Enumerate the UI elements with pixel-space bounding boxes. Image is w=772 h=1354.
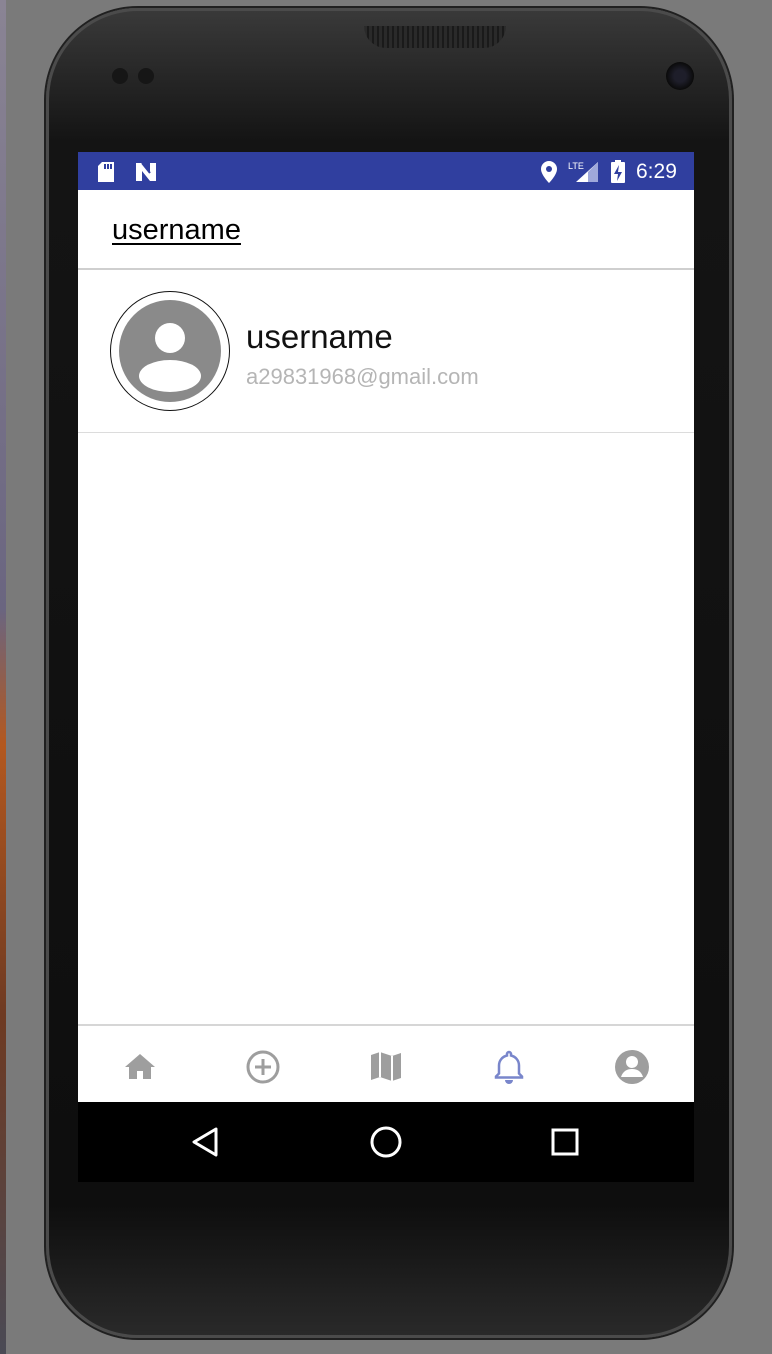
home-circle-icon	[370, 1126, 402, 1158]
desktop-background	[0, 0, 6, 1354]
system-recents-button[interactable]	[545, 1122, 585, 1162]
location-icon	[541, 161, 557, 183]
user-name: username	[246, 318, 393, 355]
battery-charging-icon	[611, 160, 625, 183]
map-icon	[371, 1052, 401, 1081]
bottom-navigation	[78, 1024, 694, 1104]
home-icon	[125, 1054, 155, 1079]
account-placeholder-icon	[119, 300, 221, 402]
add-circle-icon	[246, 1050, 280, 1084]
status-bar: LTE 6:29	[78, 152, 694, 190]
nav-account-button[interactable]	[612, 1046, 652, 1086]
earpiece-speaker	[364, 26, 506, 48]
nav-map-button[interactable]	[366, 1046, 406, 1086]
sd-card-icon	[98, 162, 114, 182]
system-back-button[interactable]	[186, 1122, 226, 1162]
avatar	[110, 291, 230, 411]
app-header: username	[78, 190, 694, 270]
header-username-link[interactable]: username	[112, 214, 241, 247]
device-screen: LTE 6:29 username username a29831968@gma…	[78, 152, 694, 1182]
front-camera	[666, 62, 694, 90]
lte-signal-icon: LTE	[568, 161, 598, 182]
system-home-button[interactable]	[366, 1122, 406, 1162]
sensor-dot	[112, 68, 128, 84]
system-navigation-bar	[78, 1102, 694, 1182]
status-clock: 6:29	[636, 160, 677, 183]
nav-home-button[interactable]	[120, 1046, 160, 1086]
n-icon	[136, 162, 156, 181]
nav-add-button[interactable]	[243, 1046, 283, 1086]
nav-notifications-button[interactable]	[489, 1046, 529, 1086]
back-icon	[192, 1127, 218, 1157]
recents-icon	[551, 1128, 579, 1156]
sensor-dot	[138, 68, 154, 84]
user-email: a29831968@gmail.com	[246, 364, 479, 389]
user-list-item[interactable]: username a29831968@gmail.com	[78, 270, 694, 433]
account-icon	[615, 1050, 649, 1084]
notifications-icon	[494, 1050, 524, 1084]
svg-text:LTE: LTE	[568, 161, 584, 171]
